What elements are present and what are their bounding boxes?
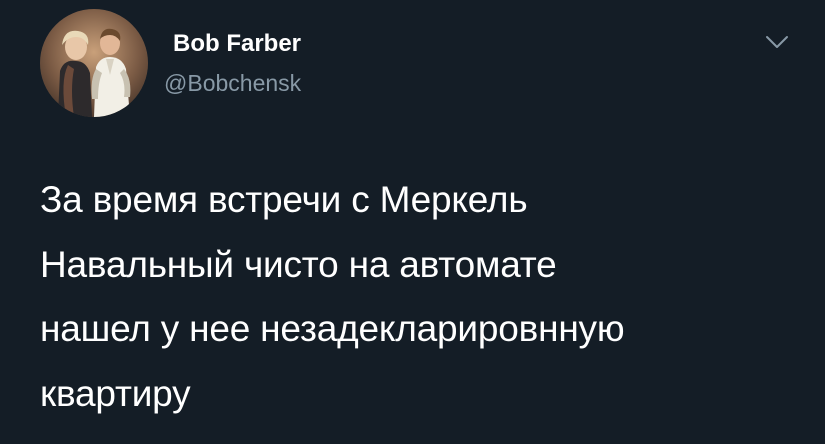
chevron-down-icon[interactable] xyxy=(764,33,790,51)
tweet-text-line: нашел у нее незадекларировнную xyxy=(40,308,625,349)
tweet-text-line: За время встречи с Меркель xyxy=(40,179,528,220)
tweet-text: За время встречи с Меркель Навальный чис… xyxy=(40,168,800,426)
author-display-name[interactable]: Bob Farber xyxy=(173,30,301,58)
tweet-text-line: Навальный чисто на автомате xyxy=(40,243,557,285)
tweet-card: Bob Farber @Bobchensk За время встречи с… xyxy=(0,0,825,444)
author-handle[interactable]: @Bobchensk xyxy=(164,69,301,97)
avatar-photo-icon xyxy=(40,9,148,117)
avatar[interactable] xyxy=(40,9,148,117)
tweet-text-line: квартиру xyxy=(40,372,191,414)
